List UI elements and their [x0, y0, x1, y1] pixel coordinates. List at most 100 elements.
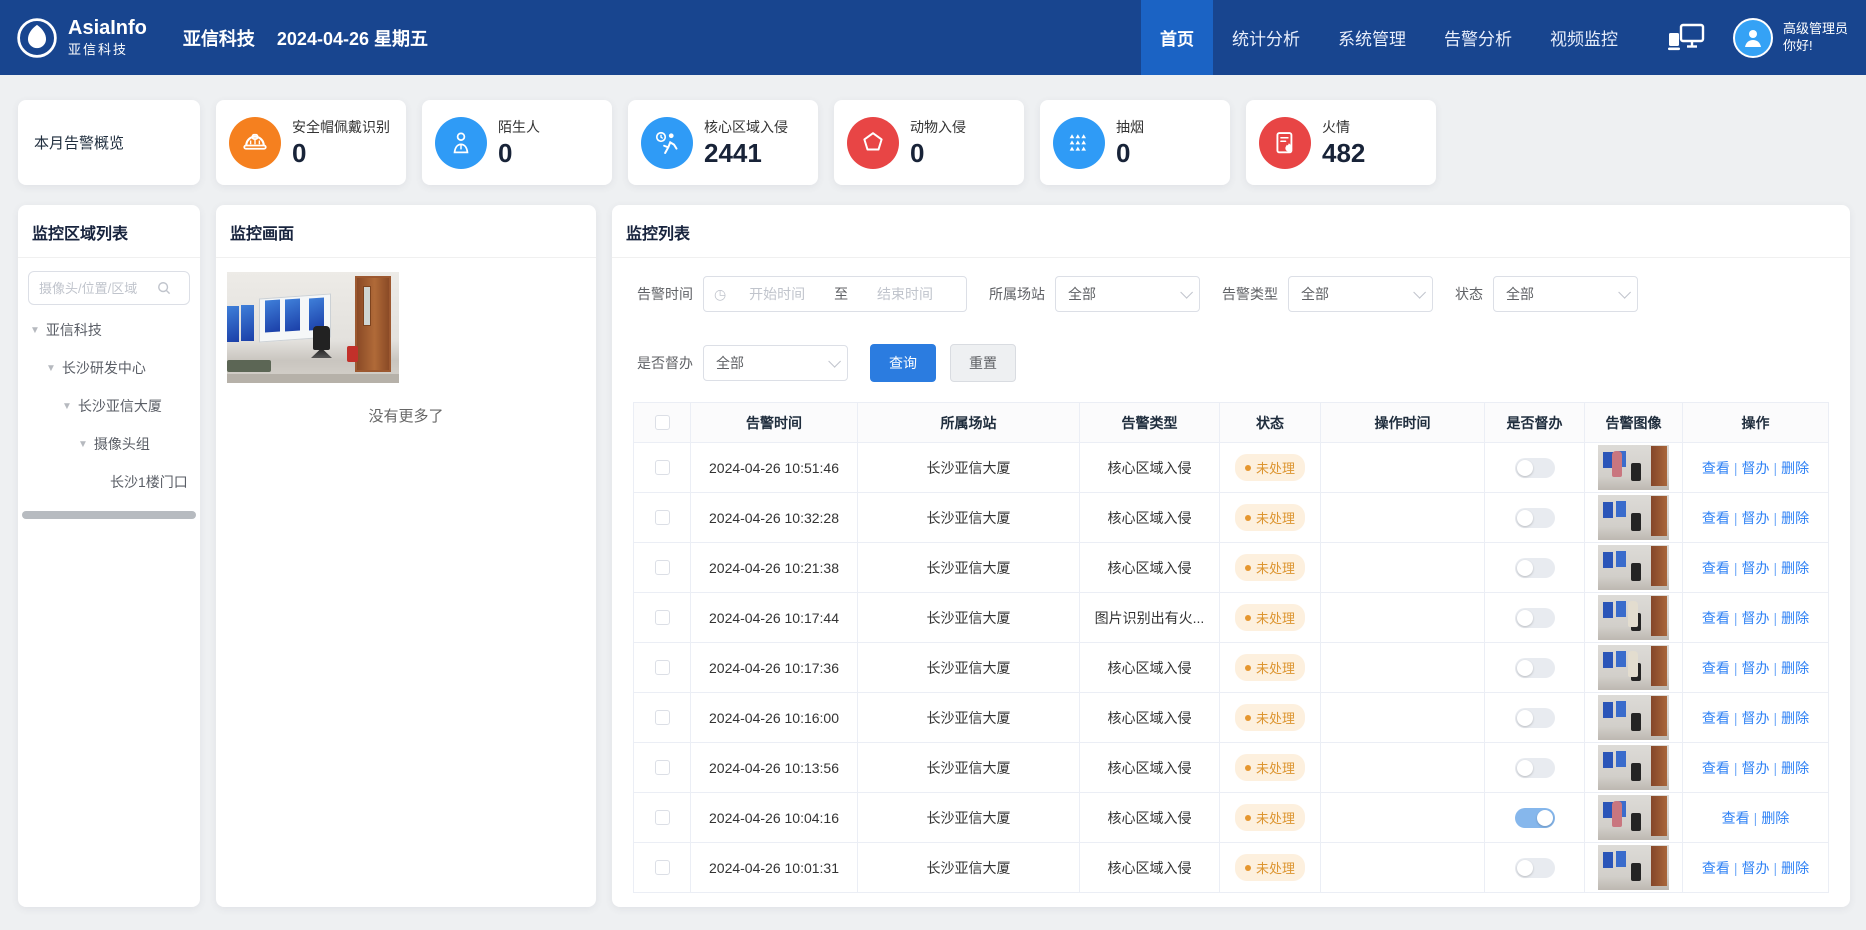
camera-search[interactable] [28, 271, 190, 305]
helmet-icon [229, 117, 281, 169]
alarm-image-thumbnail[interactable] [1598, 795, 1669, 840]
action-查看[interactable]: 查看 [1702, 860, 1730, 876]
supervise-select[interactable]: 全部 [703, 345, 848, 381]
supervise-toggle[interactable] [1515, 508, 1555, 528]
tree-node-4[interactable]: ▼摄像头组 [18, 425, 200, 463]
user-menu[interactable]: 高级管理员 你好! [1733, 18, 1866, 58]
action-督办[interactable]: 督办 [1742, 660, 1770, 676]
nav-item-5[interactable]: 视频监控 [1531, 0, 1637, 75]
action-查看[interactable]: 查看 [1702, 660, 1730, 676]
supervise-toggle[interactable] [1515, 808, 1555, 828]
row-checkbox[interactable] [655, 510, 670, 525]
action-删除[interactable]: 删除 [1781, 860, 1809, 876]
row-checkbox[interactable] [655, 660, 670, 675]
action-查看[interactable]: 查看 [1702, 560, 1730, 576]
station-label: 所属场站 [989, 284, 1045, 304]
video-wall-button[interactable] [1667, 23, 1707, 53]
row-actions: 查看|督办|删除 [1702, 508, 1809, 528]
row-checkbox[interactable] [655, 710, 670, 725]
supervise-toggle[interactable] [1515, 458, 1555, 478]
alarm-image-thumbnail[interactable] [1598, 495, 1669, 540]
cell-alarm-time: 2024-04-26 10:17:44 [691, 593, 858, 643]
row-checkbox[interactable] [655, 810, 670, 825]
date-range-picker[interactable]: ◷ 开始时间 至 结束时间 [703, 276, 967, 312]
alarm-image-thumbnail[interactable] [1598, 445, 1669, 490]
tree-node-3[interactable]: ▼长沙亚信大厦 [18, 387, 200, 425]
action-督办[interactable]: 督办 [1742, 610, 1770, 626]
stat-card-2: 陌生人0 [422, 100, 612, 185]
row-actions: 查看|督办|删除 [1702, 758, 1809, 778]
action-删除[interactable]: 删除 [1761, 810, 1789, 826]
cell-alarm-time: 2024-04-26 10:01:31 [691, 843, 858, 892]
chevron-down-icon [828, 355, 841, 368]
action-删除[interactable]: 删除 [1781, 610, 1809, 626]
action-删除[interactable]: 删除 [1781, 710, 1809, 726]
alarm-image-thumbnail[interactable] [1598, 595, 1669, 640]
end-time-placeholder[interactable]: 结束时间 [854, 284, 956, 304]
column-header: 操作时间 [1321, 403, 1485, 443]
caret-down-icon[interactable]: ▼ [62, 401, 72, 412]
action-督办[interactable]: 督办 [1742, 510, 1770, 526]
action-督办[interactable]: 督办 [1742, 760, 1770, 776]
nav-item-4[interactable]: 告警分析 [1425, 0, 1531, 75]
action-督办[interactable]: 督办 [1742, 460, 1770, 476]
supervise-toggle[interactable] [1515, 608, 1555, 628]
station-select[interactable]: 全部 [1055, 276, 1200, 312]
row-checkbox[interactable] [655, 560, 670, 575]
cell-alarm-time: 2024-04-26 10:21:38 [691, 543, 858, 593]
caret-down-icon[interactable]: ▼ [30, 325, 40, 336]
tree-horizontal-scrollbar[interactable] [22, 511, 196, 519]
search-button[interactable]: 查询 [870, 344, 936, 382]
alarm-image-thumbnail[interactable] [1598, 645, 1669, 690]
clock-icon: ◷ [714, 286, 726, 303]
column-header: 所属场站 [858, 403, 1080, 443]
action-查看[interactable]: 查看 [1702, 610, 1730, 626]
alarm-image-thumbnail[interactable] [1598, 845, 1669, 890]
supervise-toggle[interactable] [1515, 658, 1555, 678]
supervise-toggle[interactable] [1515, 708, 1555, 728]
status-select[interactable]: 全部 [1493, 276, 1638, 312]
alarm-image-thumbnail[interactable] [1598, 695, 1669, 740]
action-删除[interactable]: 删除 [1781, 760, 1809, 776]
action-删除[interactable]: 删除 [1781, 510, 1809, 526]
supervise-toggle[interactable] [1515, 858, 1555, 878]
caret-down-icon[interactable]: ▼ [78, 439, 88, 450]
action-督办[interactable]: 督办 [1742, 860, 1770, 876]
camera-feed-thumbnail[interactable] [227, 272, 399, 383]
action-督办[interactable]: 督办 [1742, 560, 1770, 576]
nav-item-3[interactable]: 系统管理 [1319, 0, 1425, 75]
row-checkbox[interactable] [655, 860, 670, 875]
action-查看[interactable]: 查看 [1702, 510, 1730, 526]
action-查看[interactable]: 查看 [1722, 810, 1750, 826]
avatar[interactable] [1733, 18, 1773, 58]
start-time-placeholder[interactable]: 开始时间 [726, 284, 828, 304]
caret-down-icon[interactable]: ▼ [46, 363, 56, 374]
tree-node-1[interactable]: ▼亚信科技 [18, 311, 200, 349]
select-all-checkbox[interactable] [655, 415, 670, 430]
supervise-toggle[interactable] [1515, 758, 1555, 778]
action-查看[interactable]: 查看 [1702, 710, 1730, 726]
table-header-row: 告警时间所属场站告警类型状态操作时间是否督办告警图像操作 [634, 403, 1829, 443]
alarm-image-thumbnail[interactable] [1598, 545, 1669, 590]
action-删除[interactable]: 删除 [1781, 560, 1809, 576]
action-查看[interactable]: 查看 [1702, 460, 1730, 476]
supervise-toggle[interactable] [1515, 558, 1555, 578]
reset-button[interactable]: 重置 [950, 344, 1016, 382]
action-删除[interactable]: 删除 [1781, 660, 1809, 676]
search-input[interactable] [39, 281, 157, 296]
nav-item-1[interactable]: 首页 [1141, 0, 1213, 75]
alarm-list-title: 监控列表 [612, 205, 1850, 257]
alarm-type-select[interactable]: 全部 [1288, 276, 1433, 312]
action-查看[interactable]: 查看 [1702, 760, 1730, 776]
row-actions: 查看|督办|删除 [1702, 558, 1809, 578]
tree-node-5[interactable]: 长沙1楼门口 [18, 463, 200, 501]
row-checkbox[interactable] [655, 610, 670, 625]
alarm-image-thumbnail[interactable] [1598, 745, 1669, 790]
cell-alarm-time: 2024-04-26 10:04:16 [691, 793, 858, 843]
tree-node-2[interactable]: ▼长沙研发中心 [18, 349, 200, 387]
nav-item-2[interactable]: 统计分析 [1213, 0, 1319, 75]
action-删除[interactable]: 删除 [1781, 460, 1809, 476]
row-checkbox[interactable] [655, 760, 670, 775]
action-督办[interactable]: 督办 [1742, 710, 1770, 726]
row-checkbox[interactable] [655, 460, 670, 475]
